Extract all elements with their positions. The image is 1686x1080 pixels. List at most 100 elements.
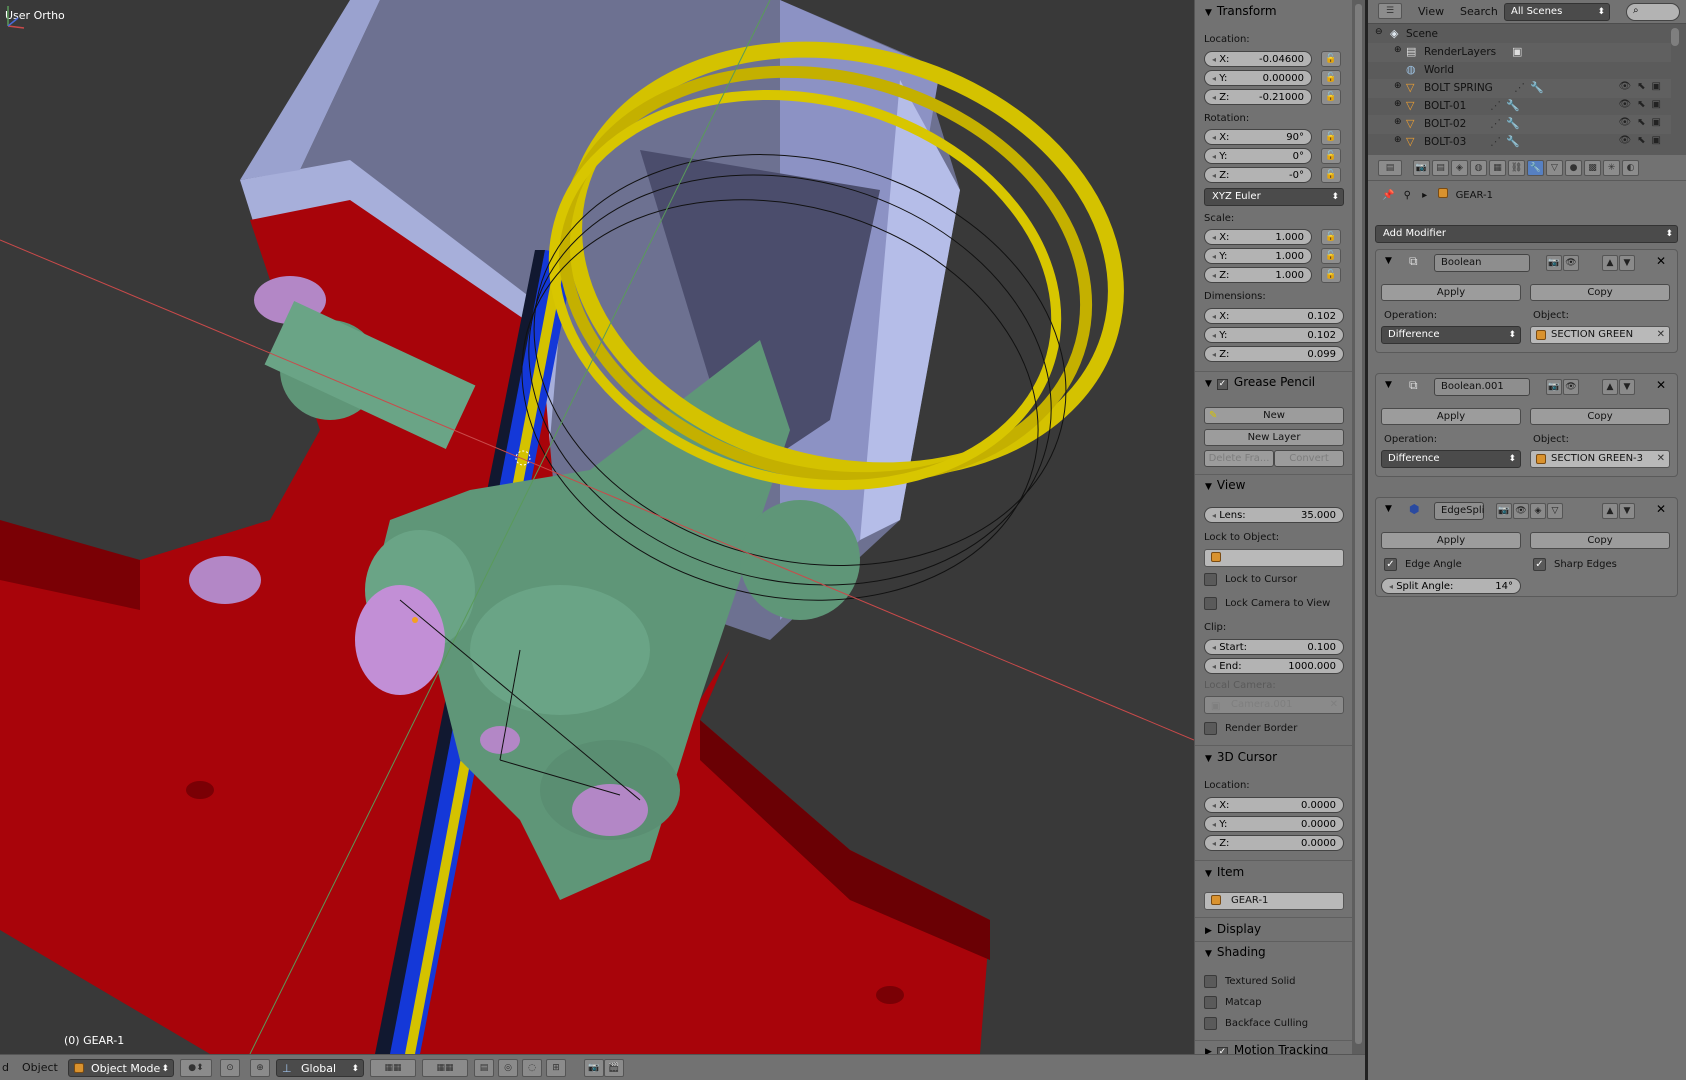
- modifier-name-field[interactable]: Boolean.001: [1434, 378, 1530, 396]
- clip-end-field[interactable]: ◂ End: 1000.000: [1204, 658, 1344, 674]
- convert-button[interactable]: Convert: [1274, 450, 1344, 467]
- remove-modifier-icon[interactable]: ✕: [1656, 502, 1666, 516]
- operation-select[interactable]: Difference ⬍: [1381, 326, 1521, 344]
- outliner-row-bolt-spring[interactable]: ⊕ ▽ BOLT SPRING ⋰ 🔧 👁⬉▣: [1368, 79, 1671, 98]
- object-menu[interactable]: Object: [22, 1059, 58, 1077]
- rotation-mode-select[interactable]: XYZ Euler ⬍: [1204, 188, 1344, 206]
- collapse-arrow-icon[interactable]: ▼: [1385, 380, 1392, 390]
- render-toggle-icon[interactable]: 📷: [1496, 503, 1512, 519]
- split-angle-field[interactable]: ◂ Split Angle: 14°: [1381, 578, 1521, 594]
- modifier-name-field[interactable]: Boolean: [1434, 254, 1530, 272]
- move-up-icon[interactable]: ▲: [1602, 379, 1618, 395]
- collapse-icon[interactable]: ⊖: [1375, 27, 1383, 37]
- editmode-toggle-icon[interactable]: ◈: [1530, 503, 1546, 519]
- scale-y-field[interactable]: ◂ Y: 1.000: [1204, 248, 1312, 264]
- outliner-row-world[interactable]: ◍ World: [1368, 61, 1671, 80]
- backface-culling-checkbox[interactable]: Backface Culling: [1204, 1017, 1308, 1030]
- outliner-view-menu[interactable]: View: [1418, 5, 1444, 18]
- pivot-point-icon[interactable]: ⊙: [220, 1059, 240, 1077]
- collapse-arrow-icon[interactable]: ▼: [1385, 504, 1392, 514]
- outliner-row-scene[interactable]: ⊖ ◈ Scene: [1368, 25, 1671, 44]
- expand-icon[interactable]: ⊕: [1394, 45, 1402, 55]
- new-layer-button[interactable]: New Layer: [1204, 429, 1344, 446]
- lock-layers-icon[interactable]: ▤: [474, 1059, 494, 1077]
- dimensions-z-field[interactable]: ◂ Z: 0.099: [1204, 346, 1344, 362]
- editor-type-icon[interactable]: ▤: [1378, 160, 1402, 176]
- textured-solid-checkbox[interactable]: Textured Solid: [1204, 975, 1296, 988]
- dimensions-x-field[interactable]: ◂ X: 0.102: [1204, 308, 1344, 324]
- edge-angle-checkbox[interactable]: ✓ Edge Angle: [1384, 558, 1462, 571]
- 3d-viewport[interactable]: User Ortho (0) GEAR-1: [0, 0, 1194, 1054]
- material-tab-icon[interactable]: ●: [1565, 160, 1582, 176]
- outliner-search-menu[interactable]: Search: [1460, 5, 1498, 18]
- pin-icon[interactable]: 📌: [1382, 190, 1394, 201]
- item-name-field[interactable]: GEAR-1: [1204, 892, 1344, 910]
- modifiers-tab-icon[interactable]: 🔧: [1527, 160, 1544, 176]
- matcap-checkbox[interactable]: Matcap: [1204, 996, 1262, 1009]
- render-toggle-icon[interactable]: 📷: [1546, 379, 1562, 395]
- boolean-object-field[interactable]: SECTION GREEN ✕: [1530, 326, 1670, 344]
- sharp-edges-checkbox[interactable]: ✓ Sharp Edges: [1533, 558, 1617, 571]
- scale-x-field[interactable]: ◂ X: 1.000: [1204, 229, 1312, 245]
- lock-location-z-icon[interactable]: 🔓: [1321, 89, 1341, 105]
- apply-button[interactable]: Apply: [1381, 532, 1521, 549]
- collapse-arrow-icon[interactable]: ▼: [1385, 256, 1392, 266]
- location-x-field[interactable]: ◂ X: -0.04600: [1204, 51, 1312, 67]
- cursor-x-field[interactable]: ◂ X: 0.0000: [1204, 797, 1344, 813]
- copy-button[interactable]: Copy: [1530, 532, 1670, 549]
- visibility-toggles[interactable]: 👁⬉▣: [1618, 117, 1667, 128]
- cursor-y-field[interactable]: ◂ Y:Y:0.0000: [1204, 816, 1344, 832]
- viewport-toggle-icon[interactable]: 👁: [1563, 379, 1579, 395]
- cursor-z-field[interactable]: ◂ Z: 0.0000: [1204, 835, 1344, 851]
- lens-field[interactable]: ◂ Lens: 35.000: [1204, 507, 1344, 523]
- copy-button[interactable]: Copy: [1530, 284, 1670, 301]
- scale-z-field[interactable]: ◂ Z: 1.000: [1204, 267, 1312, 283]
- move-up-icon[interactable]: ▲: [1602, 255, 1618, 271]
- world-tab-icon[interactable]: ◍: [1470, 160, 1487, 176]
- add-modifier-select[interactable]: Add Modifier ⬍: [1375, 225, 1678, 243]
- grease-pencil-new-button[interactable]: ✎ New: [1204, 407, 1344, 424]
- grease-pencil-panel-header[interactable]: ▼ ✓ Grease Pencil: [1205, 375, 1315, 390]
- viewport-toggle-icon[interactable]: 👁: [1513, 503, 1529, 519]
- shading-panel-header[interactable]: ▼ Shading: [1205, 945, 1266, 959]
- mode-select[interactable]: Object Mode ⬍: [68, 1059, 174, 1077]
- particles-tab-icon[interactable]: ✳: [1603, 160, 1620, 176]
- rotation-y-field[interactable]: ◂ Y: 0°: [1204, 148, 1312, 164]
- expand-icon[interactable]: ⊕: [1394, 135, 1402, 145]
- opengl-render-icon[interactable]: 📷: [584, 1059, 604, 1077]
- item-panel-header[interactable]: ▼ Item: [1205, 865, 1244, 879]
- scene-filter-select[interactable]: All Scenes ⬍: [1504, 3, 1610, 21]
- editor-type-icon[interactable]: ☰: [1378, 3, 1402, 19]
- transform-orientation-select[interactable]: ⊥ Global ⬍: [276, 1059, 364, 1077]
- lock-to-cursor-checkbox[interactable]: Lock to Cursor: [1204, 573, 1297, 586]
- expand-icon[interactable]: ⊕: [1394, 99, 1402, 109]
- manipulator-icon[interactable]: ⊕: [250, 1059, 270, 1077]
- scrollbar-thumb[interactable]: [1355, 4, 1362, 1044]
- rotation-x-field[interactable]: ◂ X: 90°: [1204, 129, 1312, 145]
- lock-rotation-x-icon[interactable]: 🔓: [1321, 129, 1341, 145]
- constraints-tab-icon[interactable]: ⛓: [1508, 160, 1525, 176]
- clear-object-icon[interactable]: ✕: [1657, 327, 1665, 343]
- cage-toggle-icon[interactable]: ▽: [1547, 503, 1563, 519]
- data-tab-icon[interactable]: ▽: [1546, 160, 1563, 176]
- lock-camera-to-view-checkbox[interactable]: Lock Camera to View: [1204, 597, 1330, 610]
- move-up-icon[interactable]: ▲: [1602, 503, 1618, 519]
- viewport-toggle-icon[interactable]: 👁: [1563, 255, 1579, 271]
- render-tab-icon[interactable]: 📷: [1413, 160, 1430, 176]
- render-border-checkbox[interactable]: Render Border: [1204, 722, 1297, 735]
- clip-start-field[interactable]: ◂ Start: 0.100: [1204, 639, 1344, 655]
- expand-icon[interactable]: ⊕: [1394, 81, 1402, 91]
- view-menu[interactable]: d: [2, 1059, 9, 1077]
- lock-location-x-icon[interactable]: 🔓: [1321, 51, 1341, 67]
- lock-location-y-icon[interactable]: 🔓: [1321, 70, 1341, 86]
- lock-rotation-z-icon[interactable]: 🔓: [1321, 167, 1341, 183]
- visibility-toggles[interactable]: 👁⬉▣: [1618, 99, 1667, 110]
- visibility-toggles[interactable]: 👁⬉▣: [1618, 135, 1667, 146]
- opengl-anim-icon[interactable]: 🎬: [604, 1059, 624, 1077]
- layers-1-10-icon[interactable]: ▦▦: [370, 1059, 416, 1077]
- operation-select[interactable]: Difference ⬍: [1381, 450, 1521, 468]
- outliner-scrollbar[interactable]: [1671, 28, 1679, 46]
- copy-button[interactable]: Copy: [1530, 408, 1670, 425]
- lock-to-object-field[interactable]: [1204, 549, 1344, 567]
- delete-frame-button[interactable]: Delete Fra...: [1204, 450, 1274, 467]
